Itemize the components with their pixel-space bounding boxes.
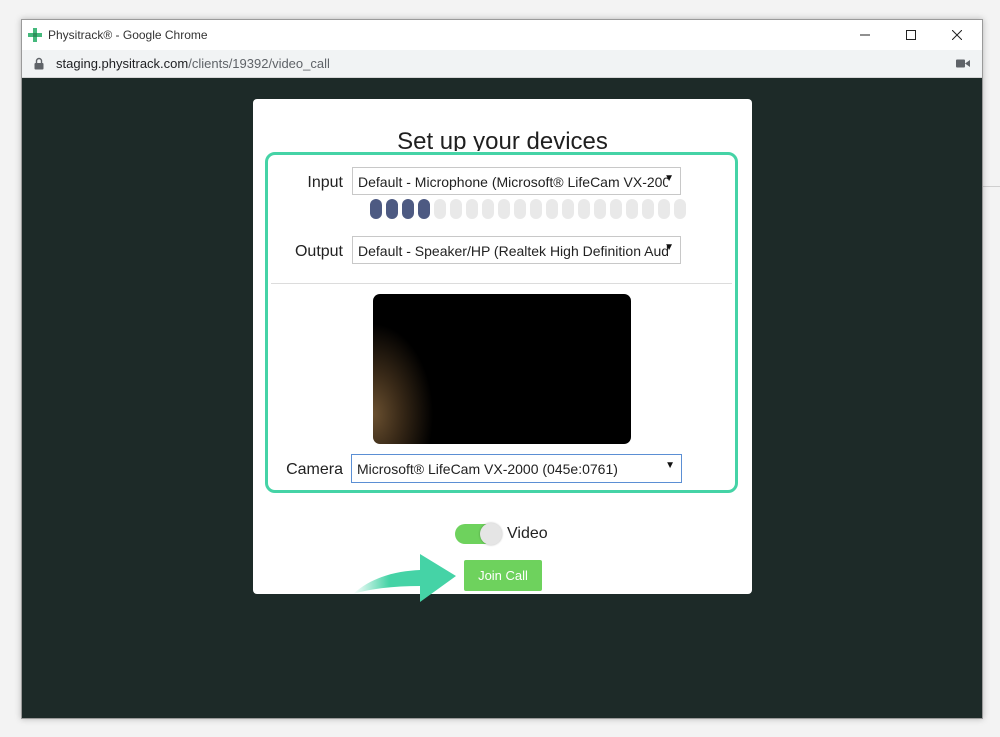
maximize-button[interactable] [888,20,934,50]
meter-segment [482,199,494,219]
output-device-value: Default - Speaker/HP (Realtek High Defin… [358,243,668,259]
dropdown-arrow-icon: ▼ [664,173,674,184]
close-icon [952,30,962,40]
meter-segment [370,199,382,219]
meter-segment [434,199,446,219]
output-label: Output [294,243,343,260]
close-button[interactable] [934,20,980,50]
video-toggle[interactable] [455,523,502,545]
url-text[interactable]: staging.physitrack.com/clients/19392/vid… [56,56,330,71]
meter-segment [626,199,638,219]
camera-device-value: Microsoft® LifeCam VX-2000 (045e:0761) [357,461,618,477]
video-toggle-row: Video [455,523,548,545]
camera-label: Camera [286,461,343,478]
device-setup-modal: Set up your devices Input Default - Micr… [253,99,752,602]
audio-level-meter [370,199,686,219]
meter-segment [514,199,526,219]
meter-segment [386,199,398,219]
meter-segment [578,199,590,219]
pointer-arrow-icon [353,554,456,602]
join-call-button[interactable]: Join Call [464,560,542,591]
modal-title: Set up your devices [397,128,608,151]
minimize-icon [860,34,870,36]
desktop-edge-line [983,186,1000,187]
meter-segment [546,199,558,219]
video-toggle-label: Video [507,525,548,542]
input-label: Input [307,174,343,191]
title-bar: Physitrack® - Google Chrome [22,20,982,50]
dropdown-arrow-icon: ▼ [664,242,674,253]
meter-segment [642,199,654,219]
camera-preview [373,294,631,444]
toggle-knob [480,523,502,545]
meter-segment [562,199,574,219]
browser-window: Physitrack® - Google Chrome staging.phys… [21,19,983,719]
meter-segment [530,199,542,219]
meter-segment [450,199,462,219]
physitrack-logo-icon [28,28,42,42]
meter-segment [402,199,414,219]
lock-icon [34,57,44,70]
video-camera-icon[interactable] [956,58,970,69]
meter-segment [466,199,478,219]
meter-segment [658,199,670,219]
meter-segment [610,199,622,219]
meter-segment [674,199,686,219]
window-title: Physitrack® - Google Chrome [48,28,208,42]
output-device-select[interactable]: Default - Speaker/HP (Realtek High Defin… [352,236,681,264]
dropdown-arrow-icon: ▼ [665,460,675,471]
address-bar[interactable]: staging.physitrack.com/clients/19392/vid… [22,50,982,78]
section-divider [271,283,732,284]
input-device-select[interactable]: Default - Microphone (Microsoft® LifeCam… [352,167,681,195]
meter-segment [498,199,510,219]
maximize-icon [906,30,916,40]
camera-device-select[interactable]: Microsoft® LifeCam VX-2000 (045e:0761) ▼ [351,454,682,483]
meter-segment [594,199,606,219]
device-panel: Input Default - Microphone (Microsoft® L… [265,152,738,493]
url-path: /clients/19392/video_call [188,56,330,71]
meter-segment [418,199,430,219]
input-device-value: Default - Microphone (Microsoft® LifeCam… [358,174,668,190]
minimize-button[interactable] [842,20,888,50]
url-host: staging.physitrack.com [56,56,189,71]
